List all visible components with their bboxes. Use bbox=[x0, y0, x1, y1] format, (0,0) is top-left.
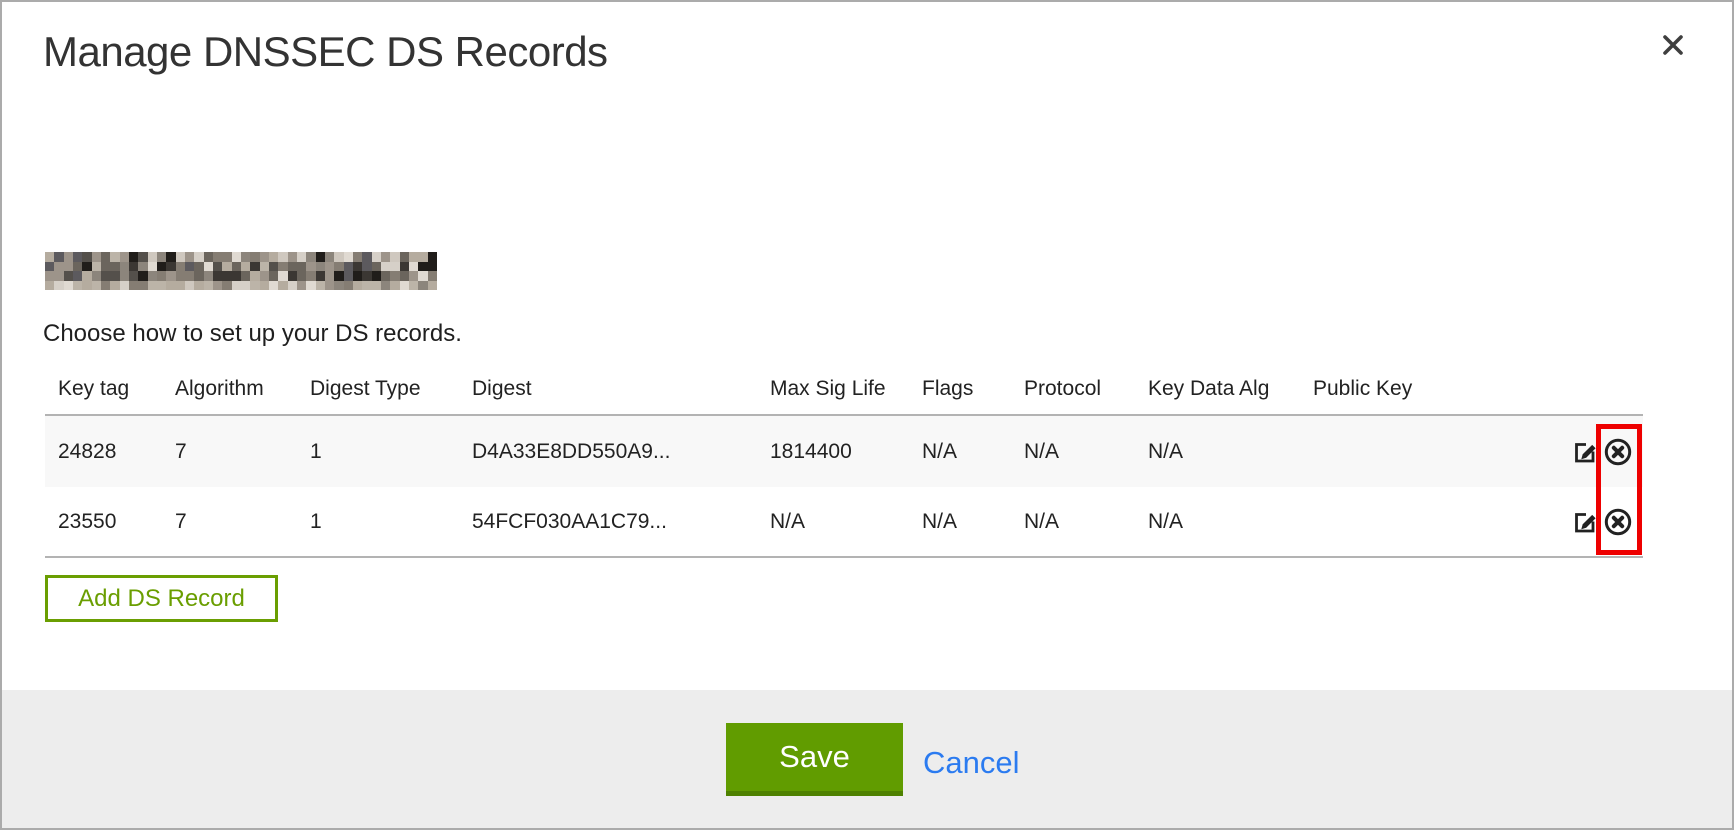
cell-key-data-alg: N/A bbox=[1135, 510, 1300, 534]
column-header-flags: Flags bbox=[909, 377, 1011, 401]
dialog-title: Manage DNSSEC DS Records bbox=[43, 28, 608, 76]
instruction-text: Choose how to set up your DS records. bbox=[43, 320, 462, 348]
cell-key-tag: 23550 bbox=[45, 510, 162, 534]
cell-key-tag: 24828 bbox=[45, 440, 162, 464]
delete-ds-record-button[interactable] bbox=[1603, 437, 1633, 467]
cell-flags: N/A bbox=[909, 510, 1011, 534]
close-button[interactable] bbox=[1658, 30, 1688, 60]
cell-digest-type: 1 bbox=[297, 440, 459, 464]
cell-algorithm: 7 bbox=[162, 510, 297, 534]
cell-flags: N/A bbox=[909, 440, 1011, 464]
cell-protocol: N/A bbox=[1011, 510, 1135, 534]
table-header-row: Key tag Algorithm Digest Type Digest Max… bbox=[45, 363, 1643, 416]
close-icon bbox=[1660, 32, 1686, 58]
column-header-public-key: Public Key bbox=[1300, 377, 1567, 401]
x-circle-icon bbox=[1603, 507, 1633, 537]
ds-records-table: Key tag Algorithm Digest Type Digest Max… bbox=[45, 363, 1643, 558]
row-actions bbox=[1567, 507, 1643, 537]
cell-digest-type: 1 bbox=[297, 510, 459, 534]
dialog-footer: Save Cancel bbox=[2, 690, 1732, 828]
table-row: 23550 7 1 54FCF030AA1C79... N/A N/A N/A … bbox=[45, 487, 1643, 558]
row-actions bbox=[1567, 437, 1643, 467]
column-header-max-sig-life: Max Sig Life bbox=[757, 377, 909, 401]
cell-algorithm: 7 bbox=[162, 440, 297, 464]
add-ds-record-button[interactable]: Add DS Record bbox=[45, 575, 278, 622]
cell-key-data-alg: N/A bbox=[1135, 440, 1300, 464]
column-header-key-data-alg: Key Data Alg bbox=[1135, 377, 1300, 401]
column-header-key-tag: Key tag bbox=[45, 377, 162, 401]
column-header-protocol: Protocol bbox=[1011, 377, 1135, 401]
edit-icon bbox=[1573, 510, 1597, 534]
edit-ds-record-button[interactable] bbox=[1573, 510, 1597, 534]
table-row: 24828 7 1 D4A33E8DD550A9... 1814400 N/A … bbox=[45, 416, 1643, 487]
cancel-link[interactable]: Cancel bbox=[923, 745, 1020, 781]
domain-name-redacted bbox=[45, 252, 437, 290]
cell-max-sig-life: N/A bbox=[757, 510, 909, 534]
delete-ds-record-button[interactable] bbox=[1603, 507, 1633, 537]
manage-dnssec-dialog: Manage DNSSEC DS Records Choose how to s… bbox=[0, 0, 1734, 830]
cell-max-sig-life: 1814400 bbox=[757, 440, 909, 464]
cell-digest: 54FCF030AA1C79... bbox=[459, 510, 757, 534]
cell-digest: D4A33E8DD550A9... bbox=[459, 440, 757, 464]
edit-ds-record-button[interactable] bbox=[1573, 440, 1597, 464]
column-header-algorithm: Algorithm bbox=[162, 377, 297, 401]
save-button[interactable]: Save bbox=[726, 723, 903, 796]
cell-protocol: N/A bbox=[1011, 440, 1135, 464]
x-circle-icon bbox=[1603, 437, 1633, 467]
column-header-digest: Digest bbox=[459, 377, 757, 401]
column-header-digest-type: Digest Type bbox=[297, 377, 459, 401]
edit-icon bbox=[1573, 440, 1597, 464]
